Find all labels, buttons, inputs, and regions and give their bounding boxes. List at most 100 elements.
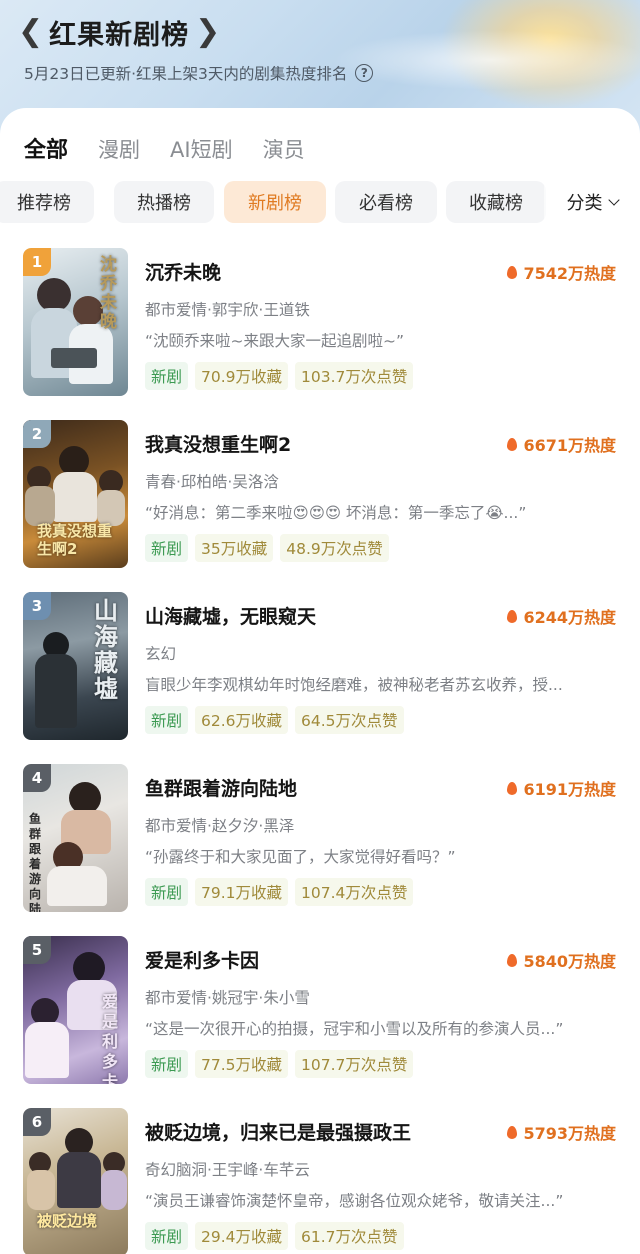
list-item[interactable]: 被贬边境 6 被贬边境，归来已是最强摄政王 5793万热度 奇幻脑洞·王宇峰·车… xyxy=(0,1108,640,1254)
heat-value: 7542万热度 xyxy=(523,264,616,283)
drama-meta: 都市爱情·姚冠宇·朱小雪 xyxy=(145,989,310,1007)
list-item[interactable]: 我真没想重生啊2 2 我真没想重生啊2 6671万热度 青春·邱柏皓·吴洛浛 “… xyxy=(0,420,640,580)
heat-score: 6671万热度 xyxy=(507,432,616,456)
rank-badge: 3 xyxy=(23,592,51,620)
flame-icon xyxy=(507,781,518,795)
heat-value: 6191万热度 xyxy=(523,780,616,799)
chip-favorites[interactable]: 收藏榜 xyxy=(446,181,546,223)
list-item[interactable]: 爱是利多卡因 5 爱是利多卡因 5840万热度 都市爱情·姚冠宇·朱小雪 “这是… xyxy=(0,936,640,1096)
poster-title: 我真没想重生啊2 xyxy=(37,522,113,558)
rank-badge: 1 xyxy=(23,248,51,276)
heat-score: 5793万热度 xyxy=(507,1120,616,1144)
flame-icon xyxy=(507,953,518,967)
drama-quote: “这是一次很开心的拍摄，冠宇和小雪以及所有的参演人员...” xyxy=(145,1020,564,1038)
new-badge: 新剧 xyxy=(145,1050,189,1078)
new-badge: 新剧 xyxy=(145,1222,189,1250)
drama-tags: 新剧 79.1万收藏 107.4万次点赞 xyxy=(145,878,420,906)
drama-quote: 盲眼少年李观棋幼年时饱经磨难，被神秘老者苏玄收养，授... xyxy=(145,676,563,694)
flame-icon xyxy=(507,265,518,279)
poster-title: 爱是利多卡因 xyxy=(102,992,119,1084)
drama-title[interactable]: 山海藏墟，无眼窥天 xyxy=(145,602,316,629)
heat-value: 6244万热度 xyxy=(523,608,616,627)
drama-poster[interactable]: 鱼群跟着游向陆地 4 xyxy=(23,764,128,912)
drama-tags: 新剧 77.5万收藏 107.7万次点赞 xyxy=(145,1050,420,1078)
laurel-right-icon: ❯ xyxy=(195,14,221,49)
poster-title: 沈乔未晚 xyxy=(100,255,117,332)
heat-score: 5840万热度 xyxy=(507,948,616,972)
drama-meta: 青春·邱柏皓·吴洛浛 xyxy=(145,473,279,491)
update-subtitle: 5月23日已更新·红果上架3天内的剧集热度排名 xyxy=(24,65,348,83)
new-badge: 新剧 xyxy=(145,878,189,906)
category-tabs: 全部 漫剧 AI短剧 演员 xyxy=(24,132,335,164)
filter-label: 分类 xyxy=(566,193,603,214)
ranking-chips: 推荐榜 热播榜 新剧榜 必看榜 收藏榜 分类 xyxy=(0,181,640,225)
heat-score: 6191万热度 xyxy=(507,776,616,800)
flame-icon xyxy=(507,609,518,623)
category-filter-button[interactable]: 分类 xyxy=(544,181,640,223)
flame-icon xyxy=(507,437,518,451)
drama-tags: 新剧 29.4万收藏 61.7万次点赞 xyxy=(145,1222,411,1250)
poster-title: 被贬边境 xyxy=(37,1212,98,1230)
chevron-down-icon xyxy=(607,193,620,206)
likes-count: 64.5万次点赞 xyxy=(295,706,404,734)
likes-count: 107.7万次点赞 xyxy=(295,1050,414,1078)
update-info: 5月23日已更新·红果上架3天内的剧集热度排名 ? xyxy=(24,62,374,84)
favorites-count: 35万收藏 xyxy=(195,534,274,562)
rank-badge: 5 xyxy=(23,936,51,964)
tab-actors[interactable]: 演员 xyxy=(263,134,305,164)
drama-meta: 都市爱情·赵夕汐·黑泽 xyxy=(145,817,295,835)
rank-badge: 6 xyxy=(23,1108,51,1136)
drama-meta: 玄幻 xyxy=(145,645,177,663)
heat-value: 5793万热度 xyxy=(523,1124,616,1143)
flame-icon xyxy=(507,1125,518,1139)
likes-count: 103.7万次点赞 xyxy=(295,362,414,390)
drama-quote: “孙露终于和大家见面了，大家觉得好看吗？” xyxy=(145,848,456,866)
new-badge: 新剧 xyxy=(145,362,189,390)
likes-count: 107.4万次点赞 xyxy=(295,878,414,906)
drama-tags: 新剧 35万收藏 48.9万次点赞 xyxy=(145,534,396,562)
tab-all[interactable]: 全部 xyxy=(24,132,68,164)
poster-title: 山海藏墟 xyxy=(94,597,118,703)
chip-new-drama[interactable]: 新剧榜 xyxy=(224,181,326,223)
poster-title: 鱼群跟着游向陆地 xyxy=(29,812,42,912)
likes-count: 61.7万次点赞 xyxy=(295,1222,404,1250)
chip-recommended[interactable]: 推荐榜 xyxy=(0,181,94,223)
chip-must-watch[interactable]: 必看榜 xyxy=(335,181,437,223)
drama-tags: 新剧 62.6万收藏 64.5万次点赞 xyxy=(145,706,411,734)
favorites-count: 79.1万收藏 xyxy=(195,878,289,906)
help-icon[interactable]: ? xyxy=(355,64,374,82)
list-item[interactable]: 山海藏墟 3 山海藏墟，无眼窥天 6244万热度 玄幻 盲眼少年李观棋幼年时饱经… xyxy=(0,592,640,752)
list-item[interactable]: 鱼群跟着游向陆地 4 鱼群跟着游向陆地 6191万热度 都市爱情·赵夕汐·黑泽 … xyxy=(0,764,640,924)
tab-comic-drama[interactable]: 漫剧 xyxy=(98,134,140,164)
tab-ai-drama[interactable]: AI短剧 xyxy=(170,134,233,164)
drama-title[interactable]: 被贬边境，归来已是最强摄政王 xyxy=(145,1118,411,1145)
rank-badge: 2 xyxy=(23,420,51,448)
drama-meta: 都市爱情·郭宇欣·王道铁 xyxy=(145,301,310,319)
drama-title[interactable]: 鱼群跟着游向陆地 xyxy=(145,774,297,801)
page-title: 红果新剧榜 xyxy=(49,19,190,51)
drama-poster[interactable]: 爱是利多卡因 5 xyxy=(23,936,128,1084)
drama-poster[interactable]: 山海藏墟 3 xyxy=(23,592,128,740)
drama-title[interactable]: 爱是利多卡因 xyxy=(145,946,259,973)
drama-tags: 新剧 70.9万收藏 103.7万次点赞 xyxy=(145,362,420,390)
favorites-count: 29.4万收藏 xyxy=(195,1222,289,1250)
rank-badge: 4 xyxy=(23,764,51,792)
drama-quote: “沈颐乔来啦~来跟大家一起追剧啦~” xyxy=(145,332,405,350)
favorites-count: 62.6万收藏 xyxy=(195,706,289,734)
chip-hot-playing[interactable]: 热播榜 xyxy=(114,181,214,223)
drama-meta: 奇幻脑洞·王宇峰·车芊云 xyxy=(145,1161,310,1179)
heat-score: 6244万热度 xyxy=(507,604,616,628)
heat-value: 6671万热度 xyxy=(523,436,616,455)
drama-title[interactable]: 沉乔未晚 xyxy=(145,258,221,285)
drama-poster[interactable]: 我真没想重生啊2 2 xyxy=(23,420,128,568)
drama-poster[interactable]: 被贬边境 6 xyxy=(23,1108,128,1254)
likes-count: 48.9万次点赞 xyxy=(280,534,389,562)
drama-quote: “好消息：第二季来啦😍😍😍 坏消息：第一季忘了😭...” xyxy=(145,504,527,522)
new-badge: 新剧 xyxy=(145,534,189,562)
ranking-title: ❮ 红果新剧榜 ❯ xyxy=(18,12,220,52)
drama-title[interactable]: 我真没想重生啊2 xyxy=(145,430,291,457)
laurel-left-icon: ❮ xyxy=(18,14,44,49)
list-item[interactable]: 沈乔未晚 1 沉乔未晚 7542万热度 都市爱情·郭宇欣·王道铁 “沈颐乔来啦~… xyxy=(0,248,640,408)
drama-poster[interactable]: 沈乔未晚 1 xyxy=(23,248,128,396)
new-badge: 新剧 xyxy=(145,706,189,734)
